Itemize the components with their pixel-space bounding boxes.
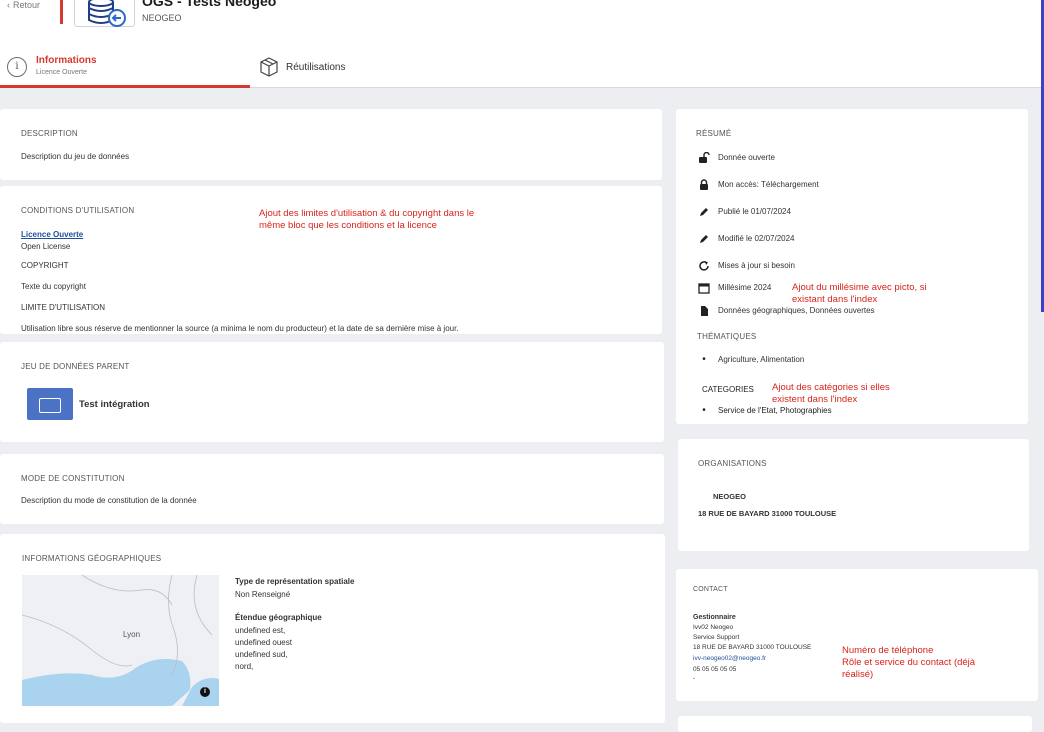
contact-phone: 05 05 05 05 05	[693, 666, 737, 673]
annotation-line: Numéro de téléphone	[842, 645, 934, 656]
tab-label: Réutilisations	[286, 62, 346, 73]
annotation-categories: Ajout des catégories si elles existent d…	[772, 382, 890, 406]
pen-icon	[698, 233, 710, 245]
chevron-left-icon: ‹	[7, 0, 10, 10]
unlock-icon	[698, 151, 710, 164]
tab-label: Informations	[36, 55, 97, 66]
annotation-contact: Numéro de téléphone Rôle et service du c…	[842, 645, 975, 681]
section-title: MODE DE CONSTITUTION	[21, 474, 125, 483]
tab-sublabel: Licence Ouverte	[36, 69, 87, 76]
extent-line: nord,	[235, 662, 254, 671]
pen-icon	[698, 206, 710, 218]
tab-reutilisations[interactable]: Réutilisations	[258, 50, 458, 88]
info-icon: i	[7, 57, 27, 77]
folder-icon[interactable]	[27, 388, 73, 420]
page-title: OGS - Tests Neogeo	[142, 0, 277, 9]
representation-title: Type de représentation spatiale	[235, 577, 355, 586]
resume-label: Modifié le 02/07/2024	[718, 234, 795, 243]
contact-service: Service Support	[693, 634, 740, 641]
box-icon	[260, 57, 278, 77]
contact-email-link[interactable]: ivv-neogeo02@neogeo.fr	[693, 655, 766, 662]
back-link[interactable]: ‹ Retour	[7, 0, 40, 10]
license-link[interactable]: Licence Ouverte	[21, 230, 83, 239]
limit-text: Utilisation libre sous réserve de mentio…	[21, 324, 459, 333]
annotation-line: Ajout du millésime avec picto, si	[792, 282, 927, 293]
bullet-icon: •	[702, 405, 706, 416]
next-card	[678, 716, 1032, 732]
section-title: ORGANISATIONS	[698, 459, 767, 468]
back-label: Retour	[13, 0, 41, 10]
category-label: Service de l'Etat, Photographies	[718, 406, 832, 415]
map-info-icon[interactable]: i	[200, 687, 210, 697]
license-english: Open License	[21, 242, 71, 251]
header: ‹ Retour OGS - Tests Neogeo NEOGEO i Info…	[0, 0, 1044, 88]
refresh-icon	[698, 260, 710, 272]
contact-role: Gestionnaire	[693, 614, 736, 621]
section-title: THÉMATIQUES	[697, 332, 757, 341]
extent-title: Étendue géographique	[235, 613, 322, 622]
map-city-label: Lyon	[123, 630, 141, 639]
section-title: JEU DE DONNÉES PARENT	[21, 362, 130, 371]
description-card: DESCRIPTION Description du jeu de donnée…	[0, 109, 662, 180]
resume-card: RÉSUMÉ Donnée ouverte Mon accès: Télécha…	[676, 109, 1028, 424]
resume-label: Mises à jour si besoin	[718, 261, 795, 270]
section-title: RÉSUMÉ	[696, 129, 732, 138]
document-icon	[698, 305, 710, 317]
annotation-line: Ajout des limites d'utilisation & du cop…	[259, 208, 475, 219]
mode-text: Description du mode de constitution de l…	[21, 496, 197, 505]
contact-name: Ivv02 Neogeo	[693, 624, 734, 631]
copyright-text: Texte du copyright	[21, 282, 86, 291]
annotation-line: existant dans l'index	[792, 294, 878, 305]
parent-card: JEU DE DONNÉES PARENT Test intégration	[0, 342, 664, 442]
description-text: Description du jeu de données	[21, 152, 130, 161]
section-title: INFORMATIONS GÉOGRAPHIQUES	[22, 554, 162, 563]
limit-title: LIMITE D'UTILISATION	[21, 303, 106, 312]
tab-bar: i Informations Licence Ouverte Réutilisa…	[0, 50, 1044, 88]
extent-line: undefined ouest	[235, 638, 292, 647]
theme-label: Agriculture, Alimentation	[718, 355, 805, 364]
section-title: DESCRIPTION	[21, 129, 78, 138]
extent-line: undefined est,	[235, 626, 286, 635]
bullet-icon: •	[702, 354, 706, 365]
representation-value: Non Renseigné	[235, 590, 291, 599]
categories-title: CATEGORIES	[702, 385, 754, 394]
extent-line: undefined sud,	[235, 650, 288, 659]
copyright-title: COPYRIGHT	[21, 261, 69, 270]
organization-name[interactable]: NEOGEO	[713, 492, 746, 501]
annotation-line: Ajout des catégories si elles	[772, 382, 890, 393]
mode-card: MODE DE CONSTITUTION Description du mode…	[0, 454, 664, 524]
dataset-logo	[74, 0, 135, 27]
contact-card: CONTACT Gestionnaire Ivv02 Neogeo Servic…	[676, 569, 1038, 701]
calendar-icon	[698, 282, 710, 294]
conditions-card: CONDITIONS D'UTILISATION Ajout des limit…	[0, 186, 662, 334]
map-view[interactable]: Lyon i	[22, 575, 219, 706]
database-icon	[88, 0, 126, 27]
annotation-line: Rôle et service du contact (déjà	[842, 657, 976, 668]
organization-address: 18 RUE DE BAYARD 31000 TOULOUSE	[698, 509, 837, 518]
section-title: CONTACT	[693, 586, 728, 593]
resume-label: Millésime 2024	[718, 283, 772, 292]
annotation-line: existent dans l'index	[772, 394, 858, 405]
map-graphic	[22, 575, 219, 706]
annotation-line: réalisé)	[842, 669, 874, 680]
contact-address: 18 RUE DE BAYARD 31000 TOULOUSE	[693, 644, 812, 651]
section-title: CONDITIONS D'UTILISATION	[21, 206, 135, 215]
lock-icon	[698, 179, 710, 191]
contact-dash: -	[693, 675, 696, 682]
resume-label: Mon accès: Téléchargement	[718, 180, 819, 189]
geo-card: INFORMATIONS GÉOGRAPHIQUES Lyon i Type d…	[0, 534, 665, 723]
tab-informations[interactable]: i Informations Licence Ouverte	[0, 50, 250, 88]
annotation-line: même bloc que les conditions et la licen…	[259, 220, 437, 231]
organization-subtitle: NEOGEO	[142, 13, 182, 23]
organisations-card: ORGANISATIONS NEOGEO 18 RUE DE BAYARD 31…	[678, 439, 1029, 551]
parent-dataset-link[interactable]: Test intégration	[79, 399, 150, 410]
resume-label: Donnée ouverte	[718, 153, 775, 162]
resume-label: Données géographiques, Données ouvertes	[718, 306, 875, 315]
accent-bar	[60, 0, 63, 24]
annotation-conditions: Ajout des limites d'utilisation & du cop…	[259, 208, 474, 232]
annotation-millesime: Ajout du millésime avec picto, si exista…	[792, 282, 927, 306]
resume-label: Publié le 01/07/2024	[718, 207, 791, 216]
